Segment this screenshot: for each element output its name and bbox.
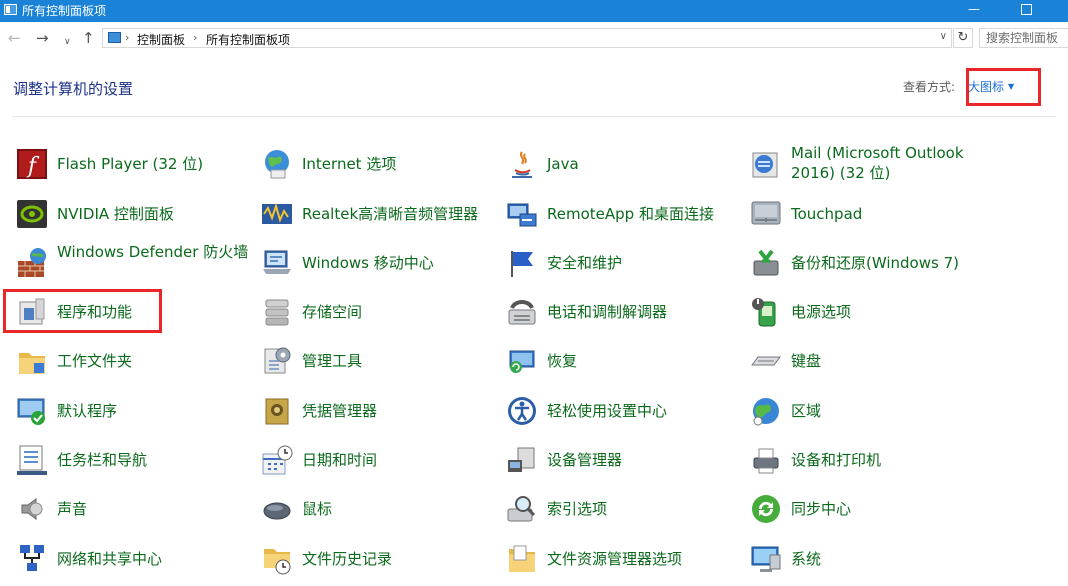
file-history-icon bbox=[261, 543, 293, 575]
storage-spaces-icon bbox=[261, 296, 293, 328]
item-label[interactable]: 声音 bbox=[57, 499, 251, 519]
maximize-icon bbox=[1020, 4, 1032, 15]
nvidia-icon bbox=[16, 198, 48, 230]
touchpad-icon bbox=[750, 198, 782, 230]
java-icon bbox=[506, 148, 538, 180]
phone-modem-icon bbox=[506, 296, 538, 328]
item-label[interactable]: 电话和调制解调器 bbox=[547, 302, 741, 322]
item-label[interactable]: 鼠标 bbox=[302, 499, 496, 519]
item-label[interactable]: 网络和共享中心 bbox=[57, 549, 251, 569]
highlight-box-view-by bbox=[966, 68, 1041, 106]
item-label[interactable]: Java bbox=[547, 154, 741, 174]
item-label[interactable]: 设备管理器 bbox=[547, 450, 741, 470]
item-label[interactable]: 轻松使用设置中心 bbox=[547, 401, 741, 421]
item-label[interactable]: 备份和还原(Windows 7) bbox=[791, 253, 985, 273]
item-label[interactable]: 日期和时间 bbox=[302, 450, 496, 470]
item-label[interactable]: Mail (Microsoft Outlook 2016) (32 位) bbox=[791, 143, 985, 183]
window-title: 所有控制面板项 bbox=[22, 4, 107, 18]
address-toolbar: ← → ∨ ↑ › 控制面板 › 所有控制面板项 ∨ ↻ 搜索控制面板 bbox=[0, 22, 1068, 56]
work-folders-icon bbox=[16, 345, 48, 377]
sound-icon bbox=[16, 493, 48, 525]
up-button[interactable]: ↑ bbox=[82, 29, 95, 47]
item-label[interactable]: Internet 选项 bbox=[302, 154, 496, 174]
control-panel-icon bbox=[108, 32, 121, 43]
item-label[interactable]: 安全和维护 bbox=[547, 253, 741, 273]
recent-locations-button[interactable]: ∨ bbox=[64, 33, 71, 51]
realtek-audio-icon bbox=[261, 198, 293, 230]
forward-button[interactable]: → bbox=[36, 29, 49, 47]
item-label[interactable]: NVIDIA 控制面板 bbox=[57, 204, 251, 224]
network-icon bbox=[16, 543, 48, 575]
maximize-button[interactable] bbox=[1006, 0, 1046, 22]
item-label[interactable]: 默认程序 bbox=[57, 401, 251, 421]
refresh-button[interactable]: ↻ bbox=[953, 28, 973, 48]
default-programs-icon bbox=[16, 395, 48, 427]
item-label[interactable]: Windows 移动中心 bbox=[302, 253, 496, 273]
address-dropdown-button[interactable]: ∨ bbox=[940, 31, 947, 42]
backup-restore-icon bbox=[750, 247, 782, 279]
item-label[interactable]: 区域 bbox=[791, 401, 985, 421]
sync-center-icon bbox=[750, 493, 782, 525]
item-label[interactable]: Flash Player (32 位) bbox=[57, 154, 251, 174]
item-label[interactable]: 文件资源管理器选项 bbox=[547, 549, 741, 569]
device-manager-icon bbox=[506, 444, 538, 476]
search-input[interactable]: 搜索控制面板 bbox=[979, 28, 1068, 48]
breadcrumb-separator[interactable]: › bbox=[193, 31, 197, 44]
item-label[interactable]: Touchpad bbox=[791, 204, 985, 224]
mail-icon bbox=[750, 148, 782, 180]
breadcrumb-control-panel[interactable]: 控制面板 bbox=[137, 31, 185, 48]
explorer-options-icon bbox=[506, 543, 538, 575]
page-title: 调整计算机的设置 bbox=[13, 80, 134, 98]
devices-printers-icon bbox=[750, 444, 782, 476]
recovery-icon bbox=[506, 345, 538, 377]
credential-manager-icon bbox=[261, 395, 293, 427]
power-options-icon bbox=[750, 296, 782, 328]
mouse-icon bbox=[261, 493, 293, 525]
region-icon bbox=[750, 395, 782, 427]
taskbar-icon bbox=[16, 444, 48, 476]
title-bar: 所有控制面板项 — bbox=[0, 0, 1068, 22]
flash-player-icon: f bbox=[16, 148, 48, 180]
item-label[interactable]: 同步中心 bbox=[791, 499, 985, 519]
security-maintenance-icon bbox=[506, 247, 538, 279]
item-label[interactable]: 恢复 bbox=[547, 351, 741, 371]
item-label[interactable]: 键盘 bbox=[791, 351, 985, 371]
item-label[interactable]: RemoteApp 和桌面连接 bbox=[547, 204, 741, 224]
highlight-box-programs bbox=[3, 289, 162, 333]
ease-of-access-icon bbox=[506, 395, 538, 427]
view-by-label: 查看方式: bbox=[903, 80, 956, 94]
item-label[interactable]: 电源选项 bbox=[791, 302, 985, 322]
mobility-center-icon bbox=[261, 247, 293, 279]
item-label[interactable]: 工作文件夹 bbox=[57, 351, 251, 371]
item-label[interactable]: Realtek高清晰音频管理器 bbox=[302, 204, 496, 224]
date-time-icon bbox=[261, 444, 293, 476]
address-bar[interactable]: › 控制面板 › 所有控制面板项 ∨ bbox=[102, 28, 952, 48]
item-label[interactable]: 管理工具 bbox=[302, 351, 496, 371]
control-panel-icon bbox=[4, 4, 17, 15]
remoteapp-icon bbox=[506, 198, 538, 230]
item-label[interactable]: 文件历史记录 bbox=[302, 549, 496, 569]
breadcrumb-separator[interactable]: › bbox=[125, 31, 129, 44]
item-label[interactable]: 设备和打印机 bbox=[791, 450, 985, 470]
back-button[interactable]: ← bbox=[8, 29, 21, 47]
keyboard-icon bbox=[750, 345, 782, 377]
item-label[interactable]: 索引选项 bbox=[547, 499, 741, 519]
divider bbox=[12, 116, 1056, 117]
indexing-options-icon bbox=[506, 493, 538, 525]
internet-options-icon bbox=[261, 148, 293, 180]
item-label[interactable]: 系统 bbox=[791, 549, 985, 569]
item-label[interactable]: Windows Defender 防火墙 bbox=[57, 242, 251, 262]
system-icon bbox=[750, 543, 782, 575]
admin-tools-icon bbox=[261, 345, 293, 377]
minimize-button[interactable]: — bbox=[954, 0, 994, 22]
item-label[interactable]: 存储空间 bbox=[302, 302, 496, 322]
breadcrumb-all-items[interactable]: 所有控制面板项 bbox=[206, 31, 290, 48]
item-label[interactable]: 任务栏和导航 bbox=[57, 450, 251, 470]
item-label[interactable]: 凭据管理器 bbox=[302, 401, 496, 421]
firewall-icon bbox=[16, 247, 48, 279]
